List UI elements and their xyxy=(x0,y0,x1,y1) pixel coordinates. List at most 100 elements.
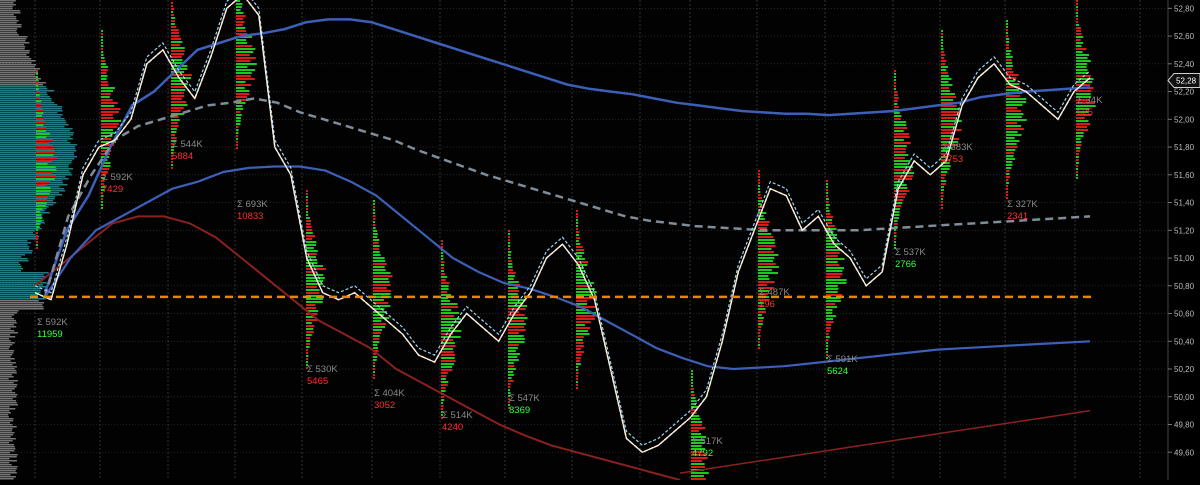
cluster-bar xyxy=(576,366,578,368)
cluster-bar xyxy=(1006,50,1011,52)
cluster-bar xyxy=(508,254,511,256)
profile-bar xyxy=(0,372,17,374)
cluster-bar xyxy=(1006,158,1015,160)
session-delta-label: 4792 xyxy=(692,448,713,459)
cluster-bar xyxy=(826,201,829,203)
cluster-bar xyxy=(101,111,119,113)
profile-bar xyxy=(0,172,71,174)
cluster-bar xyxy=(508,311,519,313)
cluster-bar xyxy=(373,263,387,265)
cluster-bar xyxy=(171,35,180,37)
cluster-bar xyxy=(36,202,47,204)
cluster-bar xyxy=(1076,123,1090,125)
cluster-bar xyxy=(758,212,766,214)
cluster-bar xyxy=(236,144,238,146)
cluster-bar xyxy=(894,94,898,96)
cluster-bar xyxy=(1076,15,1078,17)
cluster-bar xyxy=(236,90,249,92)
profile-bar xyxy=(0,230,35,232)
cluster-bar xyxy=(941,39,943,41)
cluster-bar xyxy=(1076,0,1078,2)
profile-bar xyxy=(0,404,18,406)
cluster-bar xyxy=(1006,47,1009,49)
profile-bar xyxy=(0,430,12,432)
cluster-bar xyxy=(36,142,49,144)
cluster-bar xyxy=(826,285,838,287)
cluster-bar xyxy=(36,166,56,168)
profile-bar xyxy=(0,60,36,62)
profile-bar xyxy=(0,44,24,46)
cluster-bar xyxy=(758,182,760,184)
cluster-bar xyxy=(441,282,449,284)
profile-bar xyxy=(0,192,59,194)
cluster-bar xyxy=(691,370,693,372)
cluster-bar xyxy=(171,50,185,52)
cluster-bar xyxy=(576,315,595,317)
cluster-bar xyxy=(1006,161,1012,163)
cluster-bar xyxy=(941,33,943,35)
cluster-bar xyxy=(101,78,107,80)
profile-bar xyxy=(0,450,14,452)
profile-bar xyxy=(0,68,40,70)
profile-bar xyxy=(0,408,15,410)
cluster-bar xyxy=(508,338,525,340)
cluster-bar xyxy=(508,233,510,235)
profile-bar xyxy=(0,420,13,422)
cluster-bar xyxy=(826,321,834,323)
profile-bar xyxy=(0,388,15,390)
profile-bar xyxy=(0,326,16,328)
cluster-bar xyxy=(508,230,510,232)
cluster-bar xyxy=(171,26,176,28)
cluster-bar xyxy=(1006,125,1021,127)
cluster-bar xyxy=(576,375,578,377)
cluster-bar xyxy=(441,300,450,302)
cluster-bar xyxy=(36,121,45,123)
cluster-bar xyxy=(441,279,446,281)
cluster-bar xyxy=(894,220,898,222)
cluster-bar xyxy=(941,198,943,200)
cluster-bar xyxy=(36,124,43,126)
cluster-bar xyxy=(894,163,908,165)
cluster-bar xyxy=(441,270,444,272)
y-tick-label: 50,20 xyxy=(1174,365,1195,374)
cluster-bar xyxy=(941,195,944,197)
cluster-bar xyxy=(1006,65,1013,67)
cluster-bar xyxy=(1076,120,1088,122)
profile-bar xyxy=(0,238,38,240)
cluster-bar xyxy=(941,177,945,179)
cluster-bar xyxy=(1006,41,1009,43)
cluster-bar xyxy=(758,320,763,322)
cluster-bar xyxy=(758,173,760,175)
cluster-bar xyxy=(373,218,376,220)
cluster-bar xyxy=(373,323,386,325)
cluster-bar xyxy=(758,347,760,349)
cluster-bar xyxy=(1006,188,1008,190)
cluster-bar xyxy=(1006,113,1023,115)
cluster-bar xyxy=(826,282,846,284)
cluster-bar xyxy=(36,175,56,177)
cluster-bar xyxy=(826,345,828,347)
profile-bar xyxy=(0,464,12,466)
cluster-bar xyxy=(36,247,38,249)
cluster-bar xyxy=(373,209,375,211)
profile-bar xyxy=(0,52,29,54)
profile-bar xyxy=(0,370,16,372)
cluster-bar xyxy=(826,219,832,221)
cluster-bar xyxy=(691,391,694,393)
cluster-bar xyxy=(894,211,899,213)
profile-bar xyxy=(0,334,10,336)
cluster-bar xyxy=(691,460,702,462)
cluster-bar xyxy=(171,38,181,40)
session-sum-label: Σ 327K xyxy=(1007,199,1038,210)
profile-bar xyxy=(0,456,17,458)
ma-fast-line xyxy=(35,0,1090,445)
cluster-bar xyxy=(826,198,829,200)
cluster-bar xyxy=(373,224,375,226)
profile-bar xyxy=(0,308,44,310)
profile-bar xyxy=(0,348,9,350)
cluster-bar xyxy=(373,284,390,286)
cluster-bar xyxy=(236,84,251,86)
profile-bar xyxy=(0,186,60,188)
cluster-bar xyxy=(576,330,588,332)
profile-bar xyxy=(0,244,28,246)
